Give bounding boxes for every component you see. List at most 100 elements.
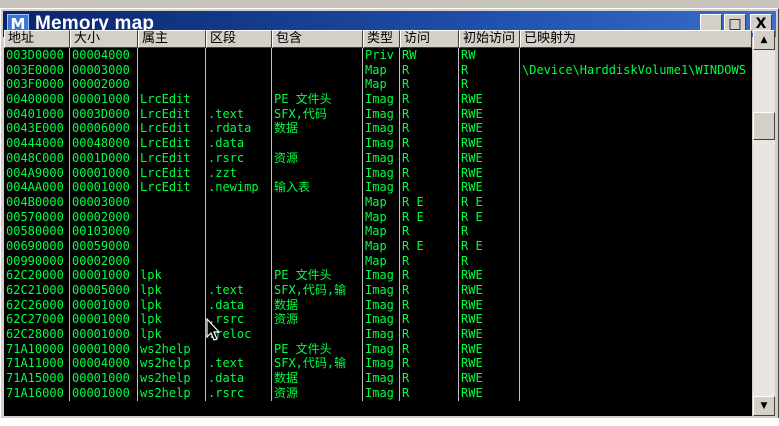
- cell-size: 00003000: [70, 194, 138, 210]
- cell-initial-access: R E: [459, 238, 520, 254]
- cell-access: R: [400, 62, 459, 78]
- vertical-scrollbar[interactable]: ▲ ▼: [753, 30, 775, 416]
- table-row[interactable]: 0043E000 00006000 LrcEdit .rdata 数据 Imag R RWE: [4, 121, 752, 137]
- cell-section: .data: [206, 371, 272, 386]
- scroll-down-button[interactable]: ▼: [753, 396, 775, 416]
- cell-type: Imag: [363, 180, 400, 195]
- cell-address: 62C28000: [4, 327, 70, 342]
- header-contains[interactable]: 包含: [272, 30, 363, 48]
- header-size[interactable]: 大小: [70, 30, 138, 48]
- cell-section: .rsrc: [206, 150, 272, 166]
- table-row[interactable]: 00400000 00001000 LrcEdit PE 文件头 Imag R RWE: [4, 92, 752, 107]
- cell-type: Map: [363, 253, 400, 269]
- header-initial-access[interactable]: 初始访问: [459, 30, 520, 48]
- memory-map-list[interactable]: 003D0000 00004000 Priv RW RW 003E0000 00003000…: [4, 48, 752, 416]
- cell-contains: 数据: [272, 297, 363, 313]
- cell-owner: lpk: [138, 297, 206, 313]
- table-row[interactable]: 62C28000 00001000 lpk .reloc Imag R RWE: [4, 327, 752, 342]
- cell-mapped-as: [520, 268, 752, 283]
- cell-section: [206, 77, 272, 93]
- cell-address: 004B0000: [4, 194, 70, 210]
- header-type[interactable]: 类型: [363, 30, 400, 48]
- cell-contains: PE 文件头: [272, 268, 363, 283]
- cell-initial-access: RWE: [459, 268, 520, 283]
- scroll-thumb[interactable]: [753, 112, 775, 140]
- table-row[interactable]: 004A9000 00001000 LrcEdit .zzt Imag R RWE: [4, 165, 752, 181]
- cell-owner: lpk: [138, 268, 206, 283]
- cell-initial-access: RWE: [459, 180, 520, 195]
- cell-contains: [272, 194, 363, 210]
- header-owner[interactable]: 属主: [138, 30, 206, 48]
- cell-address: 004A9000: [4, 165, 70, 181]
- column-header: 地址 大小 属主 区段 包含 类型 访问 初始访问 已映射为: [4, 30, 752, 48]
- cell-address: 71A15000: [4, 371, 70, 386]
- table-row[interactable]: 71A11000 00004000 ws2help .text SFX,代码,输 Imag…: [4, 356, 752, 372]
- table-row[interactable]: 00690000 00059000 Map R ER E: [4, 238, 752, 254]
- table-row[interactable]: 62C26000 00001000 lpk .data 数据 Imag R RWE: [4, 297, 752, 313]
- cell-mapped-as: [520, 283, 752, 298]
- cell-mapped-as: [520, 107, 752, 122]
- cell-contains: 输入表: [272, 180, 363, 195]
- cell-size: 00048000: [70, 136, 138, 151]
- cell-contains: [272, 238, 363, 254]
- cell-section: [206, 268, 272, 283]
- cell-contains: PE 文件头: [272, 341, 363, 357]
- cell-type: Imag: [363, 327, 400, 342]
- cell-type: Map: [363, 209, 400, 225]
- cell-size: 00002000: [70, 77, 138, 93]
- cell-contains: 资源: [272, 385, 363, 401]
- cell-size: 00001000: [70, 165, 138, 181]
- cell-initial-access: RW: [459, 48, 520, 63]
- cell-contains: 资源: [272, 312, 363, 328]
- cell-contains: [272, 136, 363, 151]
- table-row[interactable]: 71A10000 00001000 ws2help PE 文件头 Imag R RWE: [4, 341, 752, 357]
- table-row[interactable]: 71A16000 00001000 ws2help .rsrc 资源 Imag R RWE: [4, 385, 752, 401]
- table-row[interactable]: 004B0000 00003000 Map R ER E: [4, 194, 752, 210]
- cell-access: R: [400, 385, 459, 401]
- cell-address: 62C26000: [4, 297, 70, 313]
- cell-size: 0001D000: [70, 150, 138, 166]
- cell-address: 003D0000: [4, 48, 70, 63]
- table-row[interactable]: 004AA000 00001000 LrcEdit .newimp 输入表 Imag R RW…: [4, 180, 752, 195]
- table-row[interactable]: 00580000 00103000 Map R R: [4, 224, 752, 239]
- cell-mapped-as: [520, 77, 752, 92]
- cell-owner: lpk: [138, 283, 206, 298]
- cell-size: 00004000: [70, 356, 138, 372]
- cell-size: 00002000: [70, 209, 138, 225]
- cell-type: Priv: [363, 48, 400, 63]
- cell-owner: LrcEdit: [138, 92, 206, 107]
- cell-owner: [138, 224, 206, 239]
- cell-address: 00400000: [4, 92, 70, 107]
- cell-access: R E: [400, 238, 459, 254]
- cell-initial-access: RWE: [459, 327, 520, 342]
- header-access[interactable]: 访问: [400, 30, 459, 48]
- cell-section: .data: [206, 136, 272, 151]
- table-row[interactable]: 003E0000 00003000 Map R R \Device\HarddiskVol…: [4, 62, 752, 78]
- cell-address: 00690000: [4, 238, 70, 254]
- cell-section: [206, 341, 272, 357]
- table-row[interactable]: 62C20000 00001000 lpk PE 文件头 Imag R RWE: [4, 268, 752, 283]
- cell-access: R: [400, 356, 459, 372]
- table-row[interactable]: 0048C000 0001D000 LrcEdit .rsrc 资源 Imag R RWE: [4, 150, 752, 166]
- table-row[interactable]: 003F0000 00002000 Map R R: [4, 77, 752, 93]
- cell-address: 003F0000: [4, 77, 70, 93]
- table-row[interactable]: 00990000 00002000 Map R R: [4, 253, 752, 269]
- table-row[interactable]: 00570000 00002000 Map R ER E: [4, 209, 752, 225]
- header-address[interactable]: 地址: [4, 30, 70, 48]
- table-row[interactable]: 003D0000 00004000 Priv RW RW: [4, 48, 752, 63]
- table-row[interactable]: 62C21000 00005000 lpk .text SFX,代码,输 Imag R RWE: [4, 283, 752, 298]
- header-mapped-as[interactable]: 已映射为: [520, 30, 752, 48]
- cell-contains: [272, 165, 363, 181]
- table-row[interactable]: 62C27000 00001000 lpk .rsrc 资源 Imag R RWE: [4, 312, 752, 328]
- table-row[interactable]: 00444000 00048000 LrcEdit .data Imag R RWE: [4, 136, 752, 151]
- cell-section: [206, 209, 272, 225]
- cell-mapped-as: [520, 386, 752, 401]
- cell-type: Imag: [363, 136, 400, 151]
- cell-owner: ws2help: [138, 341, 206, 357]
- cell-contains: [272, 327, 363, 342]
- scroll-up-button[interactable]: ▲: [753, 30, 775, 50]
- table-row[interactable]: 00401000 0003D000 LrcEdit .text SFX,代码 Imag R R…: [4, 106, 752, 122]
- table-row[interactable]: 71A15000 00001000 ws2help .data 数据 Imag R RWE: [4, 371, 752, 386]
- cell-size: 00005000: [70, 283, 138, 298]
- header-section[interactable]: 区段: [206, 30, 272, 48]
